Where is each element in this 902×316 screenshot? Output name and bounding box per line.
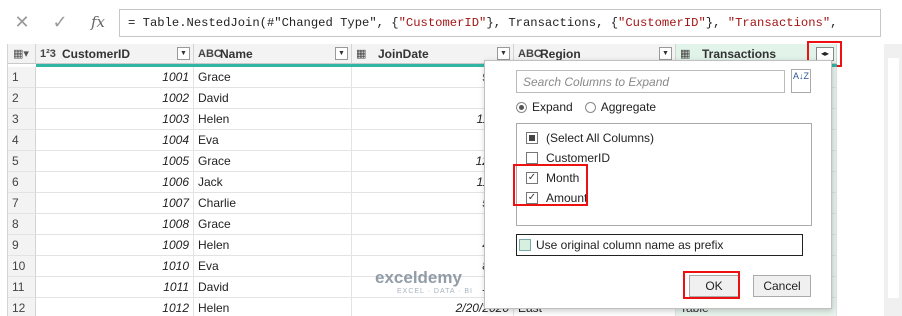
prefix-checkbox[interactable]: Use original column name as prefix bbox=[516, 234, 803, 256]
cell-name[interactable]: Jack bbox=[194, 172, 352, 193]
cell-name[interactable]: Eva bbox=[194, 130, 352, 151]
expand-popup: Search Columns to Expand A↓Z Expand Aggr… bbox=[484, 60, 832, 309]
cell-customerid[interactable]: 1010 bbox=[36, 256, 194, 277]
column-header-name[interactable]: ABC Name ▼ bbox=[194, 44, 352, 64]
table-icon: ▦▾ bbox=[13, 48, 29, 60]
column-header-label: JoinDate bbox=[378, 46, 429, 61]
aggregate-radio[interactable] bbox=[584, 101, 596, 113]
row-number: 11 bbox=[8, 277, 36, 298]
cell-name[interactable]: Grace bbox=[194, 214, 352, 235]
commit-icon[interactable]: ✓ bbox=[52, 12, 68, 33]
cell-customerid[interactable]: 1007 bbox=[36, 193, 194, 214]
column-header-label: Region bbox=[540, 46, 581, 61]
fx-icon[interactable]: fx bbox=[90, 13, 106, 31]
column-header-customerid[interactable]: 1²3 CustomerID ▼ bbox=[36, 44, 194, 64]
checkbox-partial-icon bbox=[526, 132, 538, 144]
aggregate-radio-label: Aggregate bbox=[600, 100, 657, 114]
expand-radio[interactable] bbox=[516, 101, 527, 113]
formula-text-end: , bbox=[830, 16, 838, 30]
mode-radio-group: Expand Aggregate bbox=[516, 100, 656, 114]
cell-customerid[interactable]: 1003 bbox=[36, 109, 194, 130]
cell-customerid[interactable]: 1004 bbox=[36, 130, 194, 151]
row-number: 3 bbox=[8, 109, 36, 130]
row-number: 10 bbox=[8, 256, 36, 277]
cell-customerid[interactable]: 1008 bbox=[36, 214, 194, 235]
cell-name[interactable]: Helen bbox=[194, 109, 352, 130]
row-number: 4 bbox=[8, 130, 36, 151]
checkbox-label: (Select All Columns) bbox=[546, 131, 655, 145]
type-text-icon: ABC bbox=[198, 47, 222, 60]
cell-name[interactable]: Grace bbox=[194, 67, 352, 88]
formula-bar: ✕ ✓ fx = Table.NestedJoin(#"Changed Type… bbox=[0, 0, 902, 44]
row-number: 5 bbox=[8, 151, 36, 172]
formula-bar-buttons: ✕ ✓ fx bbox=[14, 10, 114, 34]
row-number: 12 bbox=[8, 298, 36, 316]
cell-customerid[interactable]: 1002 bbox=[36, 88, 194, 109]
formula-text-mid: }, Transactions, { bbox=[486, 16, 619, 30]
row-number: 2 bbox=[8, 88, 36, 109]
watermark-title: exceldemy bbox=[375, 268, 462, 287]
cancel-icon[interactable]: ✕ bbox=[14, 12, 30, 33]
cell-customerid[interactable]: 1009 bbox=[36, 235, 194, 256]
row-number: 8 bbox=[8, 214, 36, 235]
cell-name[interactable]: Charlie bbox=[194, 193, 352, 214]
row-number: 1 bbox=[8, 67, 36, 88]
cell-name[interactable]: Helen bbox=[194, 235, 352, 256]
type-table-icon: ▦ bbox=[680, 48, 691, 60]
cell-customerid[interactable]: 1005 bbox=[36, 151, 194, 172]
prefix-label: Use original column name as prefix bbox=[536, 238, 724, 252]
column-checkbox-list: (Select All Columns) CustomerID ✓ Month … bbox=[513, 123, 812, 226]
watermark-subtitle: EXCEL · DATA · BI bbox=[397, 288, 473, 295]
formula-string-1: "CustomerID" bbox=[398, 16, 487, 30]
row-number: 7 bbox=[8, 193, 36, 214]
cell-name[interactable]: David bbox=[194, 88, 352, 109]
cell-customerid[interactable]: 1006 bbox=[36, 172, 194, 193]
column-header-label: Name bbox=[220, 46, 253, 61]
search-columns-input[interactable]: Search Columns to Expand bbox=[516, 70, 785, 93]
vertical-scrollbar[interactable] bbox=[884, 44, 902, 316]
type-date-icon: ▦ bbox=[356, 48, 367, 60]
type-number-icon: 1²3 bbox=[40, 47, 56, 60]
filter-dropdown-icon[interactable]: ▼ bbox=[335, 47, 348, 60]
cell-customerid[interactable]: 1012 bbox=[36, 298, 194, 316]
cell-name[interactable]: David bbox=[194, 277, 352, 298]
type-text-icon: ABC bbox=[518, 47, 542, 60]
column-header-label: CustomerID bbox=[62, 46, 131, 61]
formula-string-2: "CustomerID" bbox=[618, 16, 706, 30]
filter-dropdown-icon[interactable]: ▼ bbox=[659, 47, 672, 60]
formula-text-prefix: = Table.NestedJoin(#"Changed Type", { bbox=[128, 16, 399, 30]
cancel-button[interactable]: Cancel bbox=[753, 275, 811, 297]
row-number: 6 bbox=[8, 172, 36, 193]
scrollbar-thumb[interactable] bbox=[888, 58, 899, 298]
formula-string-3: "Transactions" bbox=[727, 16, 831, 30]
highlight-selected-columns bbox=[513, 164, 588, 206]
formula-input[interactable]: = Table.NestedJoin(#"Changed Type", {"Cu… bbox=[119, 9, 881, 37]
checkbox-label: CustomerID bbox=[546, 151, 611, 165]
sort-icon: A↓Z bbox=[792, 71, 809, 81]
cell-name[interactable]: Eva bbox=[194, 256, 352, 277]
cell-customerid[interactable]: 1001 bbox=[36, 67, 194, 88]
sort-az-button[interactable]: A↓Z bbox=[791, 69, 811, 93]
row-number: 9 bbox=[8, 235, 36, 256]
formula-text-mid2: }, bbox=[705, 16, 728, 30]
highlight-ok-button bbox=[683, 271, 740, 299]
checkbox-select-all[interactable]: (Select All Columns) bbox=[526, 128, 654, 148]
cell-name[interactable]: Helen bbox=[194, 298, 352, 316]
cell-name[interactable]: Grace bbox=[194, 151, 352, 172]
filter-dropdown-icon[interactable]: ▼ bbox=[497, 47, 510, 60]
filter-dropdown-icon[interactable]: ▼ bbox=[177, 47, 190, 60]
cell-customerid[interactable]: 1011 bbox=[36, 277, 194, 298]
watermark: exceldemy EXCEL · DATA · BI bbox=[375, 268, 473, 295]
table-menu-button[interactable]: ▦▾ bbox=[8, 44, 36, 64]
checkbox-unchecked-icon bbox=[519, 239, 531, 251]
checkbox-unchecked-icon bbox=[526, 152, 538, 164]
expand-radio-label: Expand bbox=[532, 100, 573, 114]
